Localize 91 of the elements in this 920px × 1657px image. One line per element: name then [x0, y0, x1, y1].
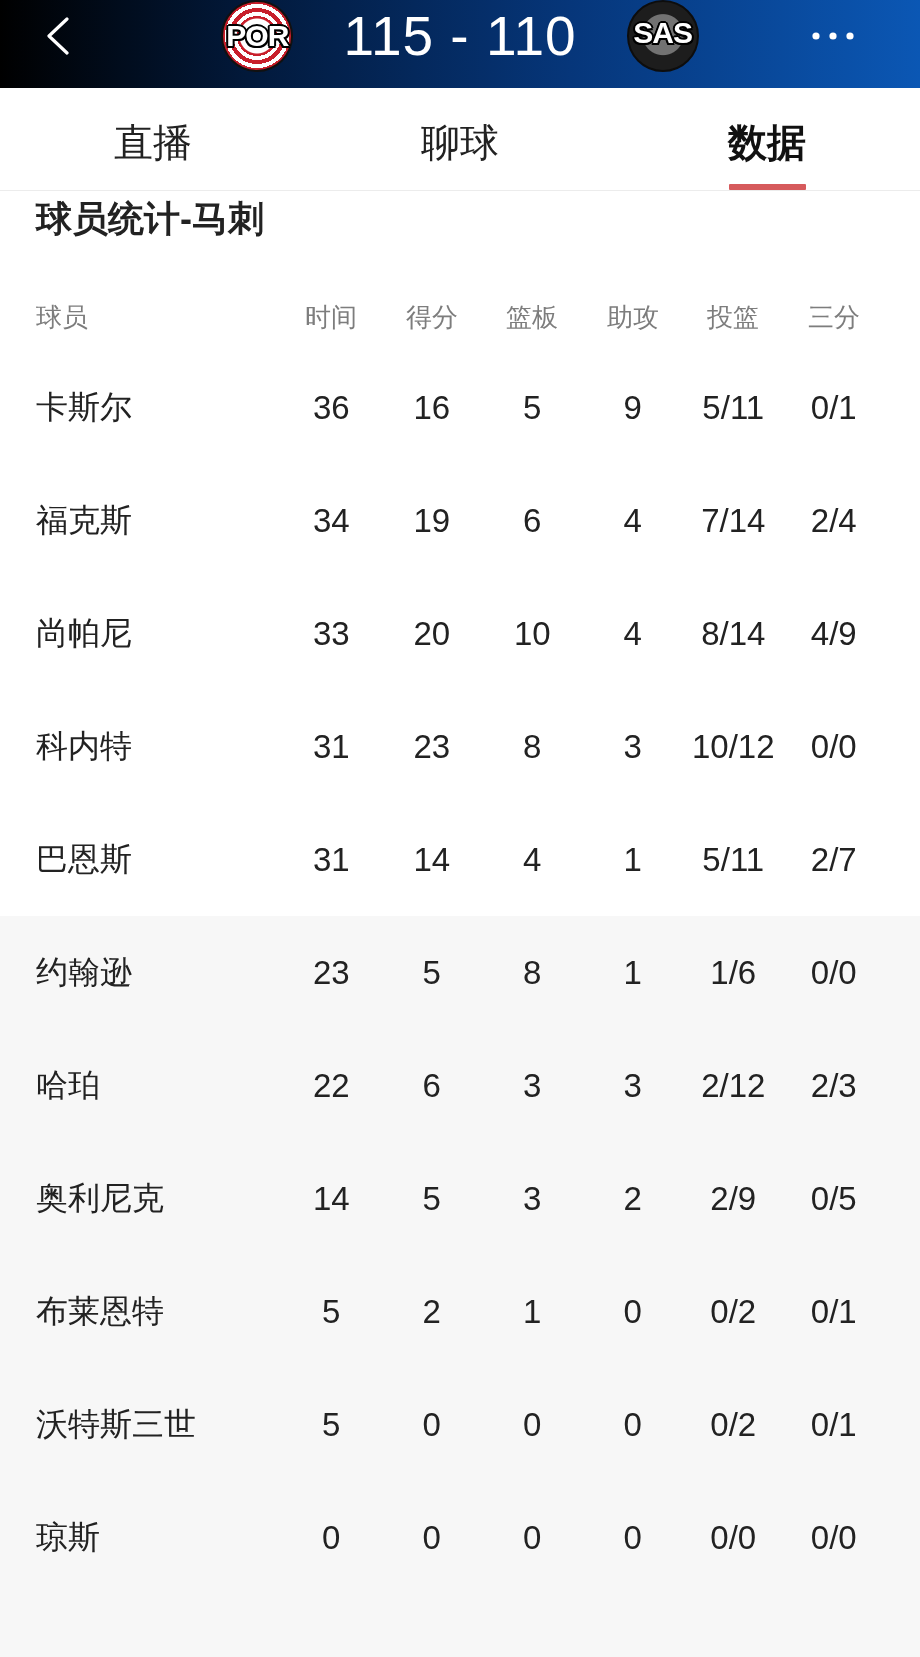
- table-cell: 0/1: [810, 1404, 857, 1445]
- column-header: 时间: [305, 302, 358, 334]
- back-icon[interactable]: [46, 17, 70, 55]
- table-cell: 0/2: [710, 1404, 757, 1445]
- table-cell: 3: [523, 1178, 542, 1219]
- table-cell: 哈珀: [36, 1066, 100, 1105]
- table-cell: 5: [422, 1178, 441, 1219]
- table-cell: 0: [422, 1517, 441, 1558]
- table-cell: 19: [413, 500, 451, 541]
- table-cell: 4: [623, 500, 642, 541]
- tab[interactable]: 数据: [613, 88, 920, 190]
- table-cell: 约翰逊: [36, 953, 132, 992]
- table-cell: 2/9: [710, 1178, 757, 1219]
- score: 115 - 110: [343, 8, 577, 64]
- table-cell: 9: [623, 387, 642, 428]
- table-cell: 3: [623, 1065, 642, 1106]
- table-cell: 4: [623, 613, 642, 654]
- table-cell: 2/3: [810, 1065, 857, 1106]
- table-cell: 0: [623, 1291, 642, 1332]
- table-cell: 36: [312, 387, 350, 428]
- table-cell: 3: [523, 1065, 542, 1106]
- table-cell: 5: [422, 952, 441, 993]
- table-cell: 10/12: [691, 726, 775, 767]
- table-cell: 7/14: [701, 500, 766, 541]
- table-cell: 2/7: [810, 839, 857, 880]
- column-header: 篮板: [506, 302, 559, 334]
- column-header: 得分: [405, 302, 458, 334]
- column-header: 球员: [36, 302, 88, 334]
- table-cell: 0: [523, 1517, 542, 1558]
- tab[interactable]: 直播: [0, 88, 307, 190]
- table-cell: 2/4: [810, 500, 857, 541]
- table-cell: 0: [523, 1404, 542, 1445]
- table-cell: 0: [422, 1404, 441, 1445]
- table-cell: 1: [623, 952, 642, 993]
- table-cell: 34: [312, 500, 350, 541]
- section-title: 球员统计-马刺: [36, 198, 264, 240]
- table-cell: 2: [623, 1178, 642, 1219]
- table-cell: 6: [422, 1065, 441, 1106]
- table-cell: 4/9: [810, 613, 857, 654]
- table-cell: 1: [523, 1291, 542, 1332]
- table-cell: 0/1: [810, 387, 857, 428]
- table-cell: 沃特斯三世: [36, 1405, 196, 1444]
- table-cell: 31: [312, 726, 350, 767]
- table-cell: 巴恩斯: [36, 840, 132, 879]
- table-cell: 布莱恩特: [36, 1292, 164, 1331]
- table-cell: 0/0: [710, 1517, 757, 1558]
- table-cell: 10: [513, 613, 551, 654]
- table-cell: 福克斯: [36, 501, 132, 540]
- table-cell: 8: [523, 726, 542, 767]
- table-cell: 5: [523, 387, 542, 428]
- table-cell: 0: [322, 1517, 341, 1558]
- table-cell: 20: [413, 613, 451, 654]
- table-cell: 14: [413, 839, 451, 880]
- table-cell: 0: [623, 1404, 642, 1445]
- table-cell: 奥利尼克: [36, 1179, 164, 1218]
- table-cell: 5/11: [702, 387, 765, 428]
- table-cell: 1: [623, 839, 642, 880]
- table-cell: 0/5: [810, 1178, 857, 1219]
- table-cell: 0: [623, 1517, 642, 1558]
- table-cell: 2: [422, 1291, 441, 1332]
- table-cell: 5/11: [702, 839, 765, 880]
- column-header: 助攻: [606, 302, 659, 334]
- table-cell: 4: [523, 839, 542, 880]
- table-cell: 14: [312, 1178, 350, 1219]
- table-cell: 8: [523, 952, 542, 993]
- table-cell: 0/0: [810, 1517, 857, 1558]
- table-cell: 琼斯: [36, 1518, 100, 1557]
- table-cell: 23: [413, 726, 451, 767]
- table-cell: 6: [523, 500, 542, 541]
- table-cell: 0/2: [710, 1291, 757, 1332]
- table-cell: 科内特: [36, 727, 132, 766]
- table-cell: 33: [312, 613, 350, 654]
- table-cell: 0/0: [810, 726, 857, 767]
- table-cell: 8/14: [701, 613, 766, 654]
- column-header: 投篮: [707, 302, 760, 334]
- more-icon[interactable]: [812, 32, 854, 40]
- table-cell: 31: [312, 839, 350, 880]
- table-cell: 尚帕尼: [36, 614, 132, 653]
- table-cell: 2/12: [701, 1065, 766, 1106]
- table-cell: 0/0: [810, 952, 857, 993]
- column-header: 三分: [807, 302, 860, 334]
- table-cell: 5: [322, 1291, 341, 1332]
- table-cell: 0/1: [810, 1291, 857, 1332]
- table-cell: 1/6: [710, 952, 757, 993]
- table-cell: 22: [312, 1065, 350, 1106]
- table-cell: 23: [312, 952, 350, 993]
- table-cell: 卡斯尔: [36, 388, 132, 427]
- table-cell: 16: [413, 387, 451, 428]
- table-cell: 5: [322, 1404, 341, 1445]
- tab[interactable]: 聊球: [306, 88, 614, 190]
- table-cell: 3: [623, 726, 642, 767]
